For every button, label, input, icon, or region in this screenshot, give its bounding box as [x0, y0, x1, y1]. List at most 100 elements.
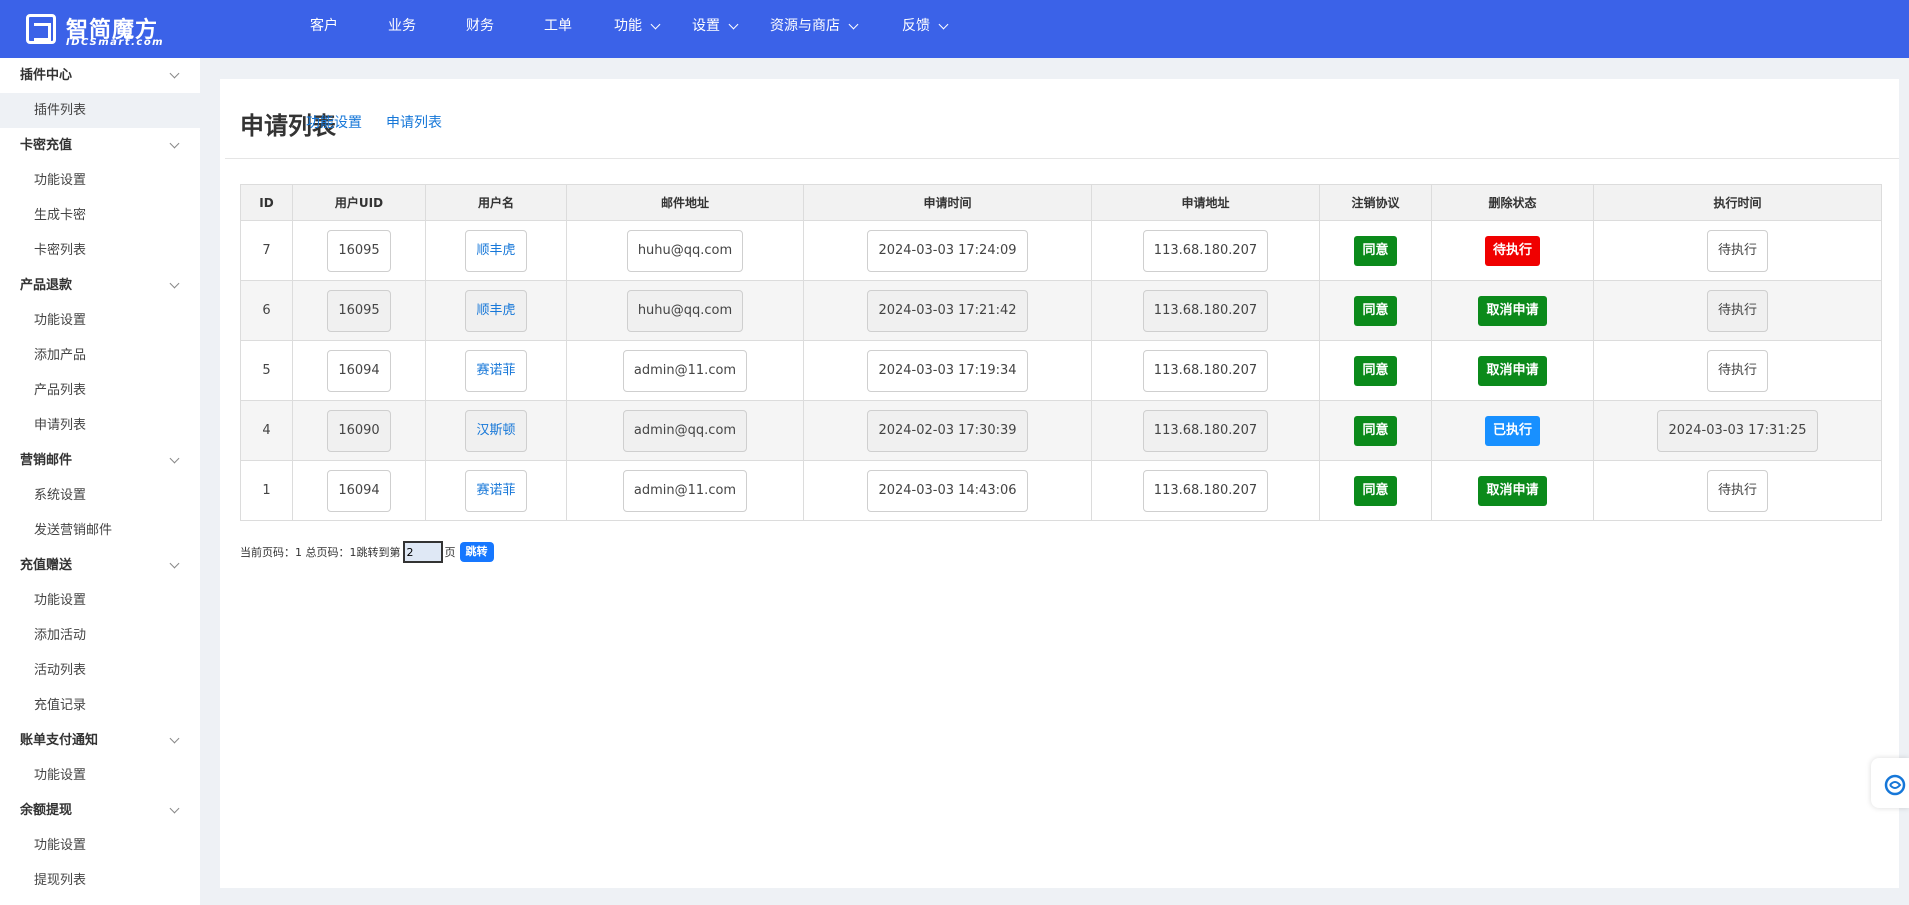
nav-item-1[interactable]: 业务	[388, 0, 466, 52]
cell-agreement: 同意	[1319, 400, 1432, 461]
sidebar-item[interactable]: 充值记录	[0, 688, 200, 723]
username-link[interactable]: 赛诺菲	[465, 349, 527, 392]
cell-apply-time: 2024-03-03 17:21:42	[803, 280, 1092, 341]
agreement-badge: 同意	[1354, 295, 1397, 326]
sidebar-item[interactable]: 功能设置	[0, 758, 200, 793]
sidebar-item[interactable]: 发送营销邮件	[0, 513, 200, 548]
cell-agreement: 同意	[1319, 280, 1432, 341]
sidebar-item[interactable]: 添加活动	[0, 618, 200, 653]
cell-agreement: 同意	[1319, 460, 1432, 521]
cell-email: admin@11.com	[566, 460, 804, 521]
sidebar-item[interactable]: 活动列表	[0, 653, 200, 688]
cell-id: 5	[240, 340, 293, 401]
cell-exec-time: 待执行	[1593, 460, 1882, 521]
column-header: 申请地址	[1091, 184, 1320, 221]
sidebar-group[interactable]: 余额提现	[0, 793, 200, 828]
ip-box: 113.68.180.207	[1142, 289, 1269, 332]
sidebar-group[interactable]: 账单支付通知	[0, 723, 200, 758]
cell-apply-time: 2024-03-03 14:43:06	[803, 460, 1092, 521]
page-jump-input[interactable]	[402, 541, 443, 563]
apply-time-box: 2024-02-03 17:30:39	[867, 409, 1028, 452]
username-link[interactable]: 汉斯顿	[465, 409, 527, 452]
table-row: 6 16095 顺丰虎 huhu@qq.com 2024-03-03 17:21:42 1…	[240, 280, 1882, 341]
username-link[interactable]: 顺丰虎	[465, 289, 527, 332]
nav-item-3[interactable]: 工单	[544, 0, 614, 52]
cell-uid: 16090	[292, 400, 426, 461]
nav-item-7[interactable]: 反馈	[902, 0, 982, 52]
sidebar-item[interactable]: 功能设置	[0, 583, 200, 618]
apply-time-box: 2024-03-03 17:24:09	[867, 229, 1028, 272]
nav-item-6[interactable]: 资源与商店	[770, 0, 902, 52]
cell-exec-time: 2024-03-03 17:31:25	[1593, 400, 1882, 461]
sidebar-item[interactable]: 功能设置	[0, 828, 200, 863]
user-uid-box: 16095	[327, 229, 391, 272]
username-link[interactable]: 顺丰虎	[465, 229, 527, 272]
sidebar-group[interactable]: 插件中心	[0, 58, 200, 93]
ip-box: 113.68.180.207	[1142, 349, 1269, 392]
nav-item-2[interactable]: 财务	[466, 0, 544, 52]
status-badge[interactable]: 取消申请	[1478, 295, 1547, 326]
tab-apply-list[interactable]: 申请列表	[386, 112, 442, 132]
main-panel: 申请列表 功能设置 申请列表 ID 用户UID 用户名 邮件地址 申请时间 申请地址 注销协…	[220, 79, 1899, 888]
cell-id: 1	[240, 460, 293, 521]
column-header: 删除状态	[1431, 184, 1594, 221]
username-link[interactable]: 赛诺菲	[465, 469, 527, 512]
row-id: 6	[262, 303, 271, 318]
status-badge[interactable]: 取消申请	[1478, 475, 1547, 506]
sidebar-item[interactable]: 生成卡密	[0, 198, 200, 233]
status-badge[interactable]: 取消申请	[1478, 355, 1547, 386]
cell-email: admin@qq.com	[566, 400, 804, 461]
status-badge[interactable]: 已执行	[1484, 415, 1540, 446]
nav-item-label: 工单	[544, 18, 572, 34]
cell-exec-time: 待执行	[1593, 280, 1882, 341]
cell-status: 取消申请	[1431, 280, 1594, 341]
cell-apply-time: 2024-03-03 17:24:09	[803, 220, 1092, 281]
sidebar-group[interactable]: 产品退款	[0, 268, 200, 303]
row-id: 1	[262, 483, 271, 498]
sidebar-item[interactable]: 产品列表	[0, 373, 200, 408]
email-box: admin@11.com	[622, 469, 748, 512]
support-float-button[interactable]	[1871, 758, 1909, 808]
table-row: 7 16095 顺丰虎 huhu@qq.com 2024-03-03 17:24:09 1…	[240, 220, 1882, 281]
cell-ip: 113.68.180.207	[1091, 400, 1320, 461]
chevron-down-icon	[728, 19, 739, 29]
table-row: 5 16094 赛诺菲 admin@11.com 2024-03-03 17:19:34…	[240, 340, 1882, 401]
column-header: ID	[240, 184, 293, 221]
column-header: 邮件地址	[566, 184, 804, 221]
sidebar-group[interactable]: 充值赠送	[0, 548, 200, 583]
nav-item-4[interactable]: 功能	[614, 0, 692, 52]
exec-time-box: 2024-03-03 17:31:25	[1657, 409, 1818, 452]
sidebar-item[interactable]: 插件列表	[0, 93, 200, 128]
sidebar-item[interactable]: 系统设置	[0, 478, 200, 513]
sidebar-group[interactable]: 营销邮件	[0, 443, 200, 478]
jump-button[interactable]: 跳转	[459, 542, 494, 562]
sidebar-item[interactable]: 提现列表	[0, 863, 200, 898]
table-body: 7 16095 顺丰虎 huhu@qq.com 2024-03-03 17:24:09 1…	[240, 220, 1882, 521]
nav-item-5[interactable]: 设置	[692, 0, 770, 52]
sidebar-group-label: 插件中心	[20, 68, 73, 83]
tab-feature-settings[interactable]: 功能设置	[306, 112, 362, 132]
chevron-down-icon	[169, 558, 180, 569]
sidebar-item[interactable]: 卡密列表	[0, 233, 200, 268]
cell-ip: 113.68.180.207	[1091, 460, 1320, 521]
cell-status: 取消申请	[1431, 460, 1594, 521]
row-id: 4	[262, 423, 271, 438]
cell-status: 取消申请	[1431, 340, 1594, 401]
sidebar-item[interactable]: 功能设置	[0, 303, 200, 338]
sidebar-item[interactable]: 添加产品	[0, 338, 200, 373]
sidebar-item[interactable]: 功能设置	[0, 163, 200, 198]
nav-item-0[interactable]: 客户	[310, 0, 388, 52]
brand-logo[interactable]: 智简魔方 IDCSmart.com	[26, 12, 176, 48]
sidebar: 插件中心 插件列表 卡密充值 功能设置 生成卡密 卡密列表 产品退款 功能设置 添加产品 产品列表…	[0, 58, 200, 905]
column-header: 注销协议	[1319, 184, 1432, 221]
sidebar-item[interactable]: 申请列表	[0, 408, 200, 443]
sidebar-group-label: 账单支付通知	[20, 733, 99, 748]
status-badge[interactable]: 待执行	[1484, 235, 1540, 266]
cell-ip: 113.68.180.207	[1091, 220, 1320, 281]
agreement-badge: 同意	[1354, 355, 1397, 386]
exec-time-box: 待执行	[1706, 469, 1768, 512]
sidebar-group[interactable]: 卡密充值	[0, 128, 200, 163]
brand-domain: IDCSmart.com	[66, 37, 165, 48]
chevron-down-icon	[650, 19, 661, 29]
nav-item-label: 设置	[692, 18, 720, 34]
